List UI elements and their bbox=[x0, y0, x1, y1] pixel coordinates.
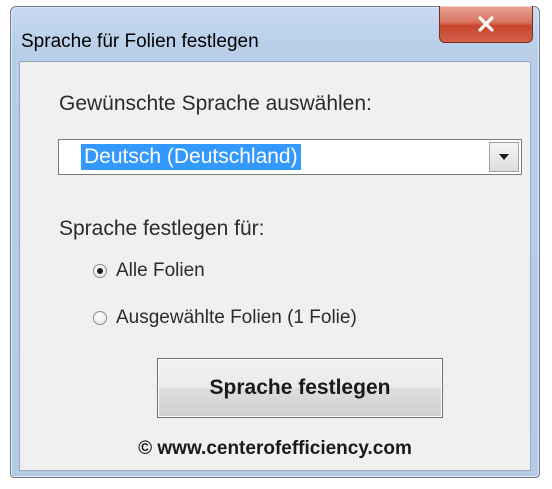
apply-to-label: Sprache festlegen für: bbox=[59, 217, 265, 240]
set-language-button[interactable]: Sprache festlegen bbox=[157, 358, 443, 418]
language-select-label: Gewünschte Sprache auswählen: bbox=[59, 92, 372, 115]
radio-selected-slides[interactable]: Ausgewählte Folien (1 Folie) bbox=[93, 307, 357, 329]
radio-all-slides[interactable]: Alle Folien bbox=[93, 260, 205, 282]
dropdown-arrow-button[interactable] bbox=[489, 142, 519, 172]
dialog-window: Sprache für Folien festlegen Gewünschte … bbox=[10, 6, 540, 478]
radio-button-checked[interactable] bbox=[93, 264, 107, 278]
close-button[interactable] bbox=[439, 6, 533, 43]
radio-all-slides-label: Alle Folien bbox=[116, 260, 205, 281]
chevron-down-icon bbox=[498, 148, 510, 166]
title-bar[interactable]: Sprache für Folien festlegen bbox=[11, 6, 539, 61]
radio-selected-slides-label: Ausgewählte Folien (1 Folie) bbox=[116, 307, 357, 328]
window-title: Sprache für Folien festlegen bbox=[21, 31, 259, 52]
dialog-content: Gewünschte Sprache auswählen: Deutsch (D… bbox=[19, 61, 531, 471]
language-dropdown[interactable]: Deutsch (Deutschland) bbox=[58, 139, 522, 175]
close-x-icon bbox=[477, 16, 495, 32]
copyright-text: © www.centerofefficiency.com bbox=[138, 438, 412, 459]
language-dropdown-value: Deutsch (Deutschland) bbox=[81, 144, 301, 170]
radio-button-unchecked[interactable] bbox=[93, 311, 107, 325]
